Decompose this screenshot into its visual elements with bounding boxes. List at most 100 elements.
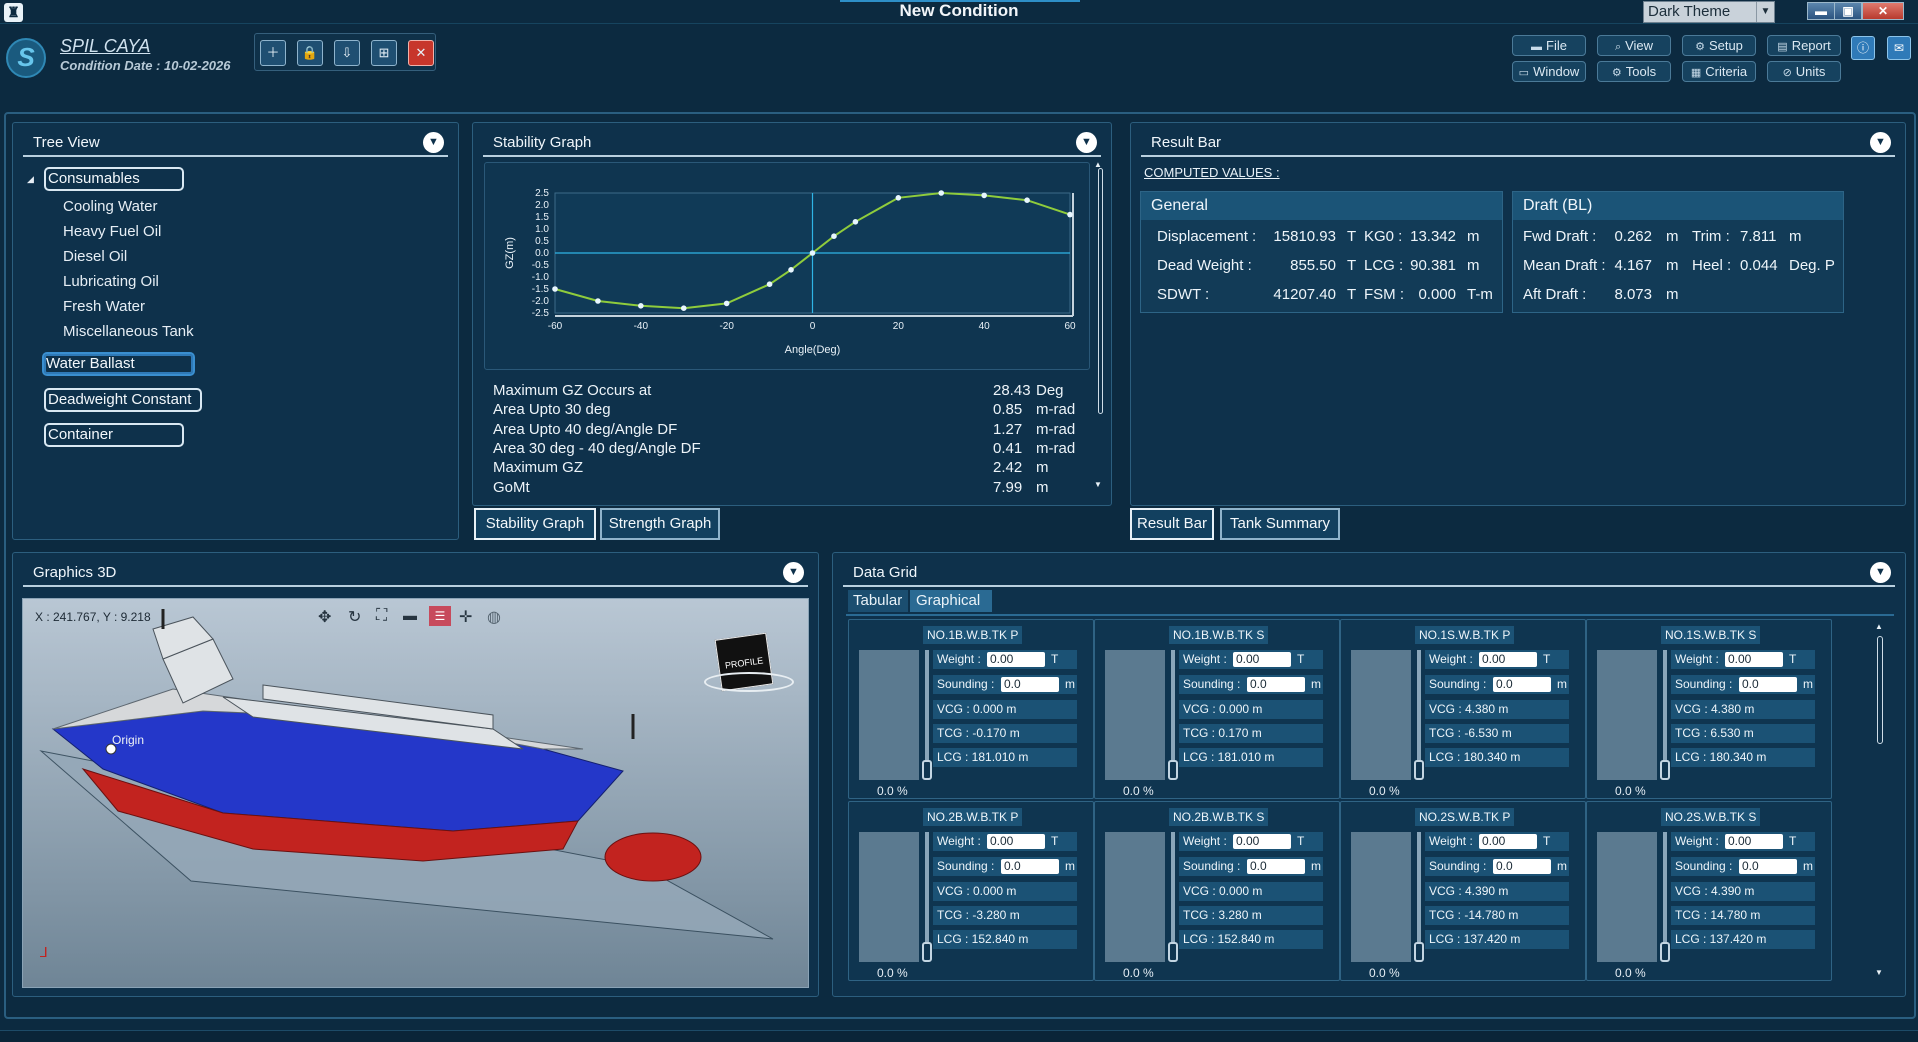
sounding-input[interactable]: 0.0 — [1739, 859, 1797, 874]
tank-level-slider-handle[interactable] — [922, 942, 932, 962]
weight-input[interactable]: 0.00 — [1233, 652, 1291, 667]
tree-node-container[interactable]: Container — [44, 423, 184, 447]
sounding-input[interactable]: 0.0 — [1247, 677, 1305, 692]
grid-scroll-down-icon[interactable]: ▼ — [1875, 968, 1883, 977]
3d-viewport[interactable] — [22, 598, 809, 988]
waterline-icon[interactable]: ▬ — [403, 607, 417, 623]
tank-level-slider-track[interactable] — [1417, 832, 1421, 952]
tank-name[interactable]: NO.2B.W.B.TK P — [923, 808, 1023, 826]
view-cube-ring[interactable] — [704, 672, 794, 692]
tank-name[interactable]: NO.1S.W.B.TK S — [1661, 626, 1761, 644]
collapse-icon[interactable]: ▼ — [783, 562, 804, 583]
tank-level-slider-track[interactable] — [925, 832, 929, 952]
rotate-icon[interactable]: ↻ — [348, 607, 361, 627]
globe-icon[interactable]: ◍ — [487, 607, 501, 627]
tree-node-water-ballast[interactable]: Water Ballast — [42, 352, 195, 376]
section-icon[interactable]: ☰ — [429, 606, 451, 626]
tree-item-fresh-water[interactable]: Fresh Water — [63, 298, 145, 315]
view-menu-button[interactable]: ⌕ View — [1597, 35, 1671, 56]
grid-scrollbar[interactable] — [1877, 636, 1883, 744]
tank-level-slider-track[interactable] — [1171, 650, 1175, 770]
collapse-icon[interactable]: ▼ — [423, 132, 444, 153]
new-file-icon[interactable]: ＋ — [260, 40, 286, 66]
sounding-unit: m — [1311, 677, 1321, 691]
tree-item-cooling-water[interactable]: Cooling Water — [63, 198, 157, 215]
tree-item-diesel-oil[interactable]: Diesel Oil — [63, 248, 127, 265]
sounding-input[interactable]: 0.0 — [1493, 859, 1551, 874]
close-window-button[interactable]: ✕ — [1862, 2, 1904, 20]
sounding-input[interactable]: 0.0 — [1739, 677, 1797, 692]
sounding-input[interactable]: 0.0 — [1247, 859, 1305, 874]
tab-stability-graph[interactable]: Stability Graph — [474, 508, 596, 540]
maximize-button[interactable]: ▣ — [1834, 2, 1862, 20]
fit-view-icon[interactable]: ⛶ — [376, 607, 387, 625]
theme-dropdown[interactable]: Dark Theme ▼ — [1643, 1, 1775, 23]
tree-item-heavy-fuel-oil[interactable]: Heavy Fuel Oil — [63, 223, 161, 240]
split-icon[interactable]: ✛ — [459, 607, 472, 627]
aft-draft-value: 8.073 — [1614, 286, 1652, 303]
report-menu-button[interactable]: ▤ Report — [1767, 35, 1841, 56]
units-menu-button[interactable]: ⊘ Units — [1767, 61, 1841, 82]
sounding-input[interactable]: 0.0 — [1001, 677, 1059, 692]
sounding-input[interactable]: 0.0 — [1493, 677, 1551, 692]
weight-input[interactable]: 0.00 — [1479, 834, 1537, 849]
tab-tank-summary[interactable]: Tank Summary — [1220, 508, 1340, 540]
scroll-up-icon[interactable]: ▲ — [1094, 160, 1102, 169]
tank-name[interactable]: NO.1B.W.B.TK S — [1169, 626, 1269, 644]
tank-level-slider-track[interactable] — [1171, 832, 1175, 952]
weight-input[interactable]: 0.00 — [1479, 652, 1537, 667]
tree-item-misc-tank[interactable]: Miscellaneous Tank — [63, 323, 194, 340]
tab-strength-graph[interactable]: Strength Graph — [600, 508, 720, 540]
tank-name[interactable]: NO.2S.W.B.TK S — [1661, 808, 1761, 826]
open-lock-icon[interactable]: 🔒 — [297, 40, 323, 66]
tank-name[interactable]: NO.2S.W.B.TK P — [1415, 808, 1515, 826]
collapse-icon[interactable]: ▼ — [1870, 132, 1891, 153]
tank-level-slider-handle[interactable] — [1168, 942, 1178, 962]
graph-scrollbar[interactable] — [1098, 168, 1103, 414]
tree-node-deadweight-constant[interactable]: Deadweight Constant — [44, 388, 202, 412]
tank-level-slider-track[interactable] — [925, 650, 929, 770]
tree-node-consumables[interactable]: Consumables — [44, 167, 184, 191]
setup-menu-button[interactable]: ⚙ Setup — [1682, 35, 1756, 56]
tab-graphical[interactable]: Graphical — [910, 590, 992, 612]
tank-level-slider-handle[interactable] — [1660, 942, 1670, 962]
weight-input[interactable]: 0.00 — [987, 652, 1045, 667]
close-file-icon[interactable]: ✕ — [408, 40, 434, 66]
tank-name[interactable]: NO.1S.W.B.TK P — [1415, 626, 1515, 644]
tank-fill-percent: 0.0 % — [1369, 966, 1400, 980]
expand-triangle-icon[interactable]: ◢ — [27, 174, 34, 185]
tank-level-slider-track[interactable] — [1663, 650, 1667, 770]
tree-item-lubricating-oil[interactable]: Lubricating Oil — [63, 273, 159, 290]
weight-input[interactable]: 0.00 — [1725, 834, 1783, 849]
ship-name[interactable]: SPIL CAYA — [60, 36, 150, 57]
scroll-down-icon[interactable]: ▼ — [1094, 480, 1102, 489]
criteria-menu-button[interactable]: ▦ Criteria — [1682, 61, 1756, 82]
grid-scroll-up-icon[interactable]: ▲ — [1875, 622, 1883, 631]
tools-menu-button[interactable]: ⚙ Tools — [1597, 61, 1671, 82]
info-icon[interactable]: ⓘ — [1851, 36, 1875, 60]
tank-name[interactable]: NO.1B.W.B.TK P — [923, 626, 1023, 644]
collapse-icon[interactable]: ▼ — [1076, 132, 1097, 153]
tank-level-slider-handle[interactable] — [1414, 942, 1424, 962]
minimize-button[interactable]: ▬ — [1807, 2, 1835, 20]
tab-result-bar[interactable]: Result Bar — [1130, 508, 1214, 540]
tab-tabular[interactable]: Tabular — [848, 590, 908, 612]
tank-level-slider-track[interactable] — [1417, 650, 1421, 770]
tank-level-slider-handle[interactable] — [922, 760, 932, 780]
chat-icon[interactable]: ✉ — [1887, 36, 1911, 60]
tank-level-slider-handle[interactable] — [1660, 760, 1670, 780]
window-menu-button[interactable]: ▭ Window — [1512, 61, 1586, 82]
sounding-input[interactable]: 0.0 — [1001, 859, 1059, 874]
file-menu-button[interactable]: ▬ File — [1512, 35, 1586, 56]
weight-input[interactable]: 0.00 — [1233, 834, 1291, 849]
save-icon[interactable]: ⇩ — [334, 40, 360, 66]
collapse-icon[interactable]: ▼ — [1870, 562, 1891, 583]
tank-name[interactable]: NO.2B.W.B.TK S — [1169, 808, 1269, 826]
tank-level-slider-handle[interactable] — [1168, 760, 1178, 780]
move-icon[interactable]: ✥ — [318, 607, 331, 627]
weight-input[interactable]: 0.00 — [1725, 652, 1783, 667]
tank-level-slider-handle[interactable] — [1414, 760, 1424, 780]
tank-level-slider-track[interactable] — [1663, 832, 1667, 952]
layout-icon[interactable]: ⊞ — [371, 40, 397, 66]
weight-input[interactable]: 0.00 — [987, 834, 1045, 849]
